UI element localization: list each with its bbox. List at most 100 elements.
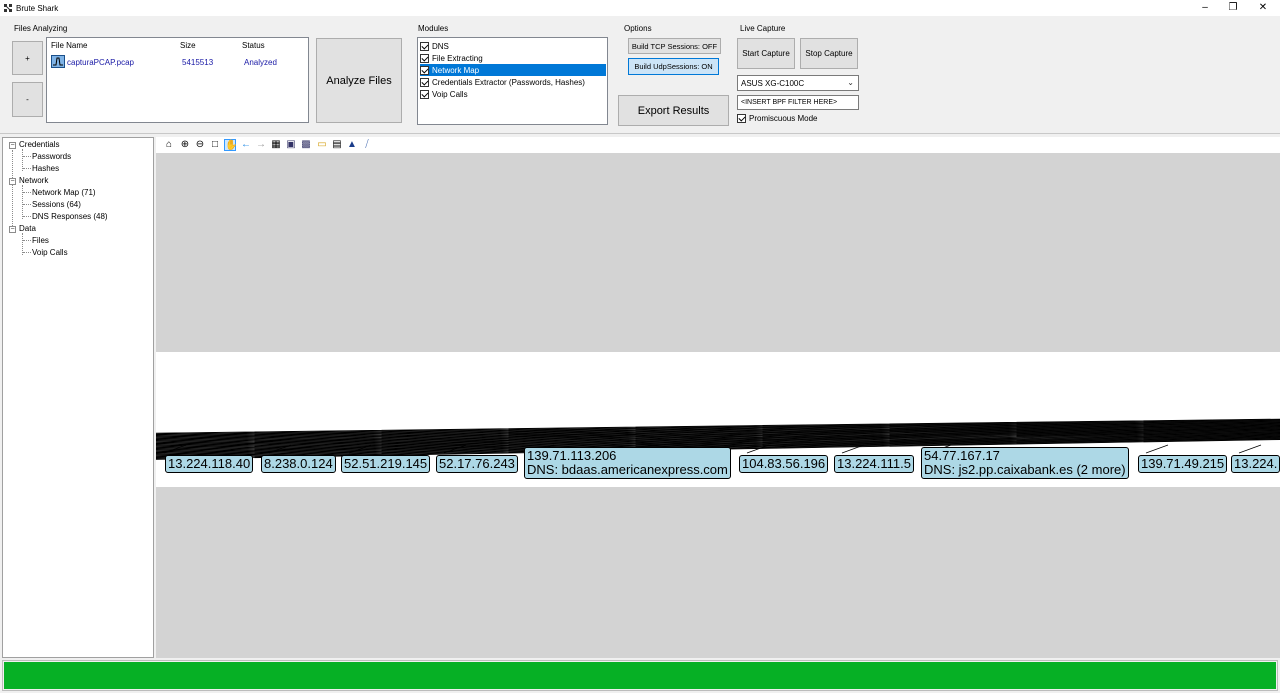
module-item-file-extracting[interactable]: File Extracting [420, 52, 606, 64]
close-icon: ✕ [1258, 2, 1268, 13]
forward-icon[interactable]: → [255, 139, 267, 151]
tree-line [23, 156, 31, 157]
analyze-files-button[interactable]: Analyze Files [316, 38, 402, 123]
print-preview-icon[interactable]: ▣ [285, 139, 297, 151]
graph-edge-arrow [1145, 444, 1169, 454]
progress-fill [4, 662, 1276, 689]
file-name-cell: capturaPCAP.pcap [67, 58, 135, 67]
collapse-icon[interactable]: − [9, 226, 16, 233]
graph-node[interactable]: 13.224.118.40 [165, 455, 254, 473]
tree-line [23, 168, 31, 169]
window-title: Brute Shark [16, 4, 59, 13]
graph-node[interactable]: 8.238.0.124 [261, 455, 336, 473]
maximize-button[interactable]: ❐ [1218, 0, 1248, 16]
pcap-file-icon [51, 55, 65, 68]
tree-node-credentials[interactable]: Credentials [19, 140, 59, 149]
module-label: Credentials Extractor (Passwords, Hashes… [432, 77, 585, 87]
graph-node[interactable]: 52.17.76.243 [436, 455, 518, 473]
interface-value: ASUS XG-C100C [741, 78, 805, 88]
zoom-in-icon[interactable]: ⊕ [179, 139, 191, 151]
file-size-cell: 5415513 [182, 58, 214, 67]
module-item-dns[interactable]: DNS [420, 40, 606, 52]
module-label: Network Map [432, 65, 480, 75]
interface-select[interactable]: ASUS XG-C100C ⌄ [737, 75, 859, 91]
window-zoom-icon[interactable]: □ [209, 139, 221, 151]
bpf-filter-input[interactable]: <INSERT BPF FILTER HERE> [737, 95, 859, 110]
graph-node[interactable]: 52.51.219.145 [341, 455, 431, 473]
collapse-icon[interactable]: − [9, 142, 16, 149]
pan-hand-icon[interactable]: ✋ [224, 139, 237, 151]
graph-node[interactable]: 54.77.167.17 DNS: js2.pp.caixabank.es (2 … [921, 447, 1129, 479]
tree-node-data[interactable]: Data [19, 224, 36, 233]
control-panel: Files Analyzing + - File Name Size Statu… [0, 16, 1280, 134]
zoom-out-icon[interactable]: ⊖ [194, 139, 206, 151]
print-icon[interactable]: ▤ [331, 139, 343, 151]
minimize-button[interactable]: – [1190, 0, 1220, 16]
save-icon[interactable]: ▦ [270, 139, 282, 151]
modules-group-label: Modules [418, 24, 449, 33]
live-capture-group-label: Live Capture [740, 24, 786, 33]
column-header-file-name[interactable]: File Name [51, 41, 87, 50]
export-results-button[interactable]: Export Results [618, 95, 729, 126]
tree-line [23, 192, 31, 193]
tree-line [23, 240, 31, 241]
tree-node-voip-calls[interactable]: Voip Calls [32, 248, 68, 257]
module-checkbox[interactable] [420, 41, 429, 51]
graph-node[interactable]: 139.71.113.206 DNS: bdaas.americanexpress… [524, 447, 731, 479]
results-tree[interactable]: − Credentials Passwords Hashes − Network… [2, 137, 154, 658]
graph-node[interactable]: 13.224. [1231, 455, 1280, 473]
tree-node-network-map[interactable]: Network Map (71) [32, 188, 96, 197]
tree-line [23, 204, 31, 205]
tree-node-network[interactable]: Network [19, 176, 48, 185]
tree-line [12, 150, 13, 226]
layout-icon[interactable]: ▩ [300, 139, 312, 151]
back-icon[interactable]: ← [240, 139, 252, 151]
files-list[interactable]: File Name Size Status capturaPCAP.pcap 5… [46, 37, 309, 123]
tree-line [23, 216, 31, 217]
start-capture-button[interactable]: Start Capture [737, 38, 795, 69]
module-label: File Extracting [432, 53, 483, 63]
build-udp-sessions-toggle[interactable]: Build UdpSessions: ON [628, 58, 719, 75]
module-label: DNS [432, 41, 449, 51]
tree-node-passwords[interactable]: Passwords [32, 152, 71, 161]
file-row[interactable]: capturaPCAP.pcap 5415513 Analyzed [49, 54, 307, 70]
module-checkbox[interactable] [420, 53, 429, 63]
minimize-icon: – [1202, 2, 1208, 13]
home-icon[interactable]: ⌂ [163, 139, 175, 151]
close-button[interactable]: ✕ [1248, 0, 1278, 16]
graph-layout-icon[interactable]: ▲ [346, 139, 358, 151]
edge-icon[interactable]: ⧸ [361, 139, 373, 151]
app-icon [4, 4, 12, 12]
open-folder-icon[interactable]: ▭ [316, 139, 328, 151]
collapse-icon[interactable]: − [9, 178, 16, 185]
tree-node-files[interactable]: Files [32, 236, 49, 245]
modules-list[interactable]: DNS File Extracting Network Map Credenti… [417, 37, 608, 125]
column-header-size[interactable]: Size [180, 41, 196, 50]
graph-background-top [156, 153, 1280, 352]
graph-node[interactable]: 104.83.56.196 [739, 455, 829, 473]
remove-file-button[interactable]: - [12, 82, 43, 117]
module-item-credentials-extractor[interactable]: Credentials Extractor (Passwords, Hashes… [420, 76, 606, 88]
promiscuous-mode-checkbox[interactable]: Promiscuous Mode [737, 114, 817, 123]
graph-node[interactable]: 139.71.49.215 [1138, 455, 1228, 473]
module-checkbox[interactable] [420, 65, 429, 75]
module-item-network-map[interactable]: Network Map [420, 64, 606, 76]
network-map-view[interactable]: ⌂ ⊕ ⊖ □ ✋ ← → ▦ ▣ ▩ ▭ ▤ ▲ ⧸ 13.224.118.4… [156, 137, 1280, 658]
restore-icon: ❐ [1228, 2, 1238, 13]
tree-line [23, 252, 31, 253]
tree-node-dns-responses[interactable]: DNS Responses (48) [32, 212, 108, 221]
column-header-status[interactable]: Status [242, 41, 265, 50]
stop-capture-button[interactable]: Stop Capture [800, 38, 858, 69]
options-group-label: Options [624, 24, 652, 33]
add-file-button[interactable]: + [12, 41, 43, 75]
tree-node-sessions[interactable]: Sessions (64) [32, 200, 81, 209]
graph-node[interactable]: 13.224.111.5 [834, 455, 914, 473]
promiscuous-checkbox-box[interactable] [737, 114, 746, 123]
tree-node-hashes[interactable]: Hashes [32, 164, 59, 173]
module-item-voip-calls[interactable]: Voip Calls [420, 88, 606, 100]
module-checkbox[interactable] [420, 77, 429, 87]
build-tcp-sessions-toggle[interactable]: Build TCP Sessions: OFF [628, 38, 721, 54]
title-bar: Brute Shark – ❐ ✕ [0, 0, 1280, 16]
module-checkbox[interactable] [420, 89, 429, 99]
files-group-label: Files Analyzing [14, 24, 68, 33]
